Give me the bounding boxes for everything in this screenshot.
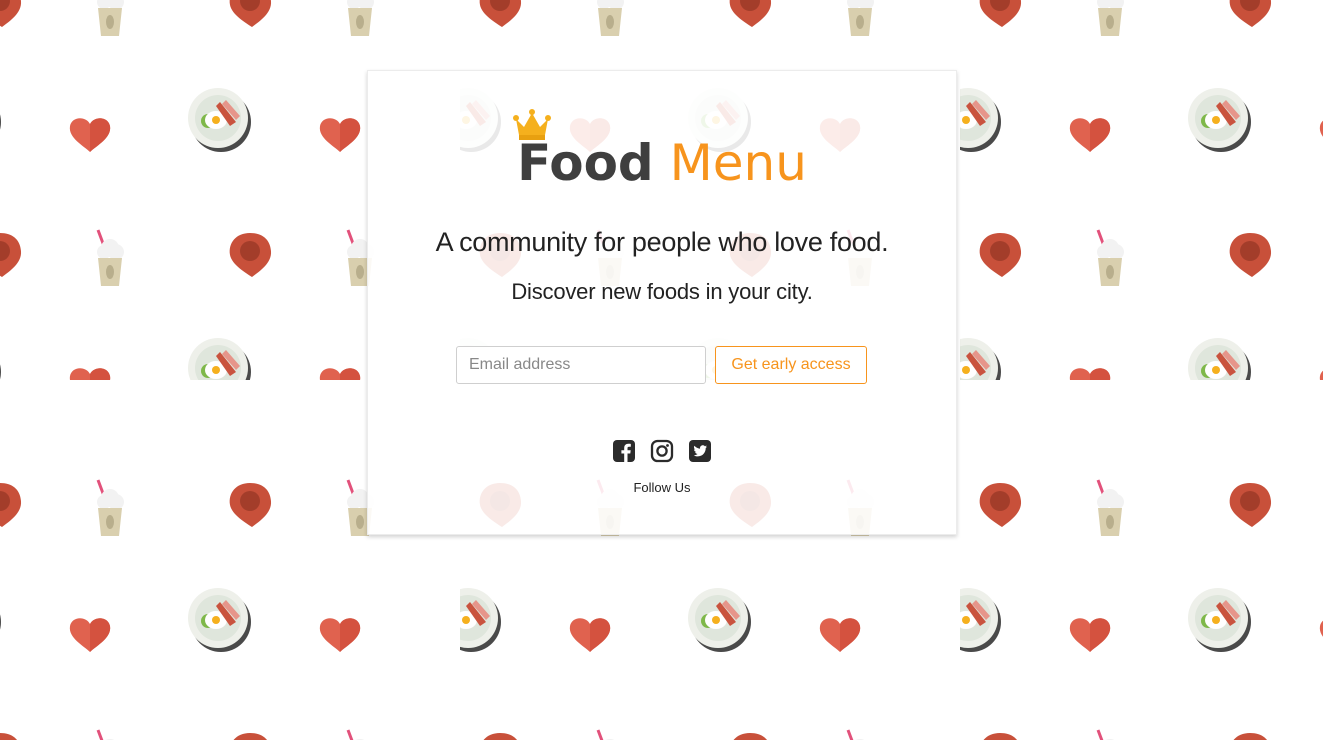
- instagram-icon[interactable]: [650, 439, 674, 463]
- subtagline: Discover new foods in your city.: [511, 279, 813, 304]
- email-input[interactable]: [456, 346, 706, 384]
- get-early-access-button[interactable]: Get early access: [715, 346, 867, 384]
- logo: Food Menu: [368, 107, 956, 192]
- twitter-icon[interactable]: [688, 439, 712, 463]
- signup-card: Food Menu A community for people who lov…: [367, 70, 957, 535]
- signup-form: Get early access: [456, 346, 867, 384]
- facebook-icon[interactable]: [612, 439, 636, 463]
- logo-text: Food Menu: [368, 133, 956, 193]
- logo-word-food: Food: [517, 134, 654, 192]
- follow-us-label: Follow Us: [633, 480, 691, 495]
- logo-word-menu: Menu: [669, 134, 807, 192]
- social-links: [368, 439, 956, 463]
- tagline: A community for people who love food.: [435, 227, 889, 257]
